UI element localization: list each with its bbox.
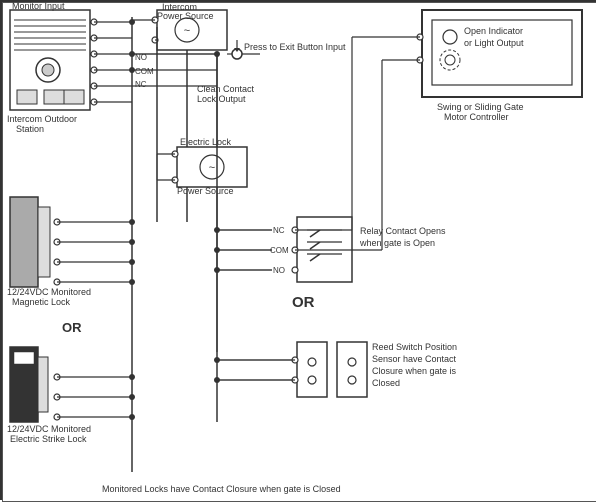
svg-text:Power Source: Power Source — [177, 186, 234, 196]
svg-text:Closed: Closed — [372, 378, 400, 388]
wiring-diagram: Monitor Input Intercom Outdoor Station ~… — [0, 0, 596, 500]
svg-text:Monitored Locks have Contact C: Monitored Locks have Contact Closure whe… — [102, 484, 341, 494]
svg-text:Monitor Input: Monitor Input — [12, 2, 65, 11]
svg-text:Station: Station — [16, 124, 44, 134]
svg-text:Open Indicator: Open Indicator — [464, 26, 523, 36]
svg-text:Lock Output: Lock Output — [197, 94, 246, 104]
svg-text:Sensor have Contact: Sensor have Contact — [372, 354, 457, 364]
svg-text:Press to Exit Button Input: Press to Exit Button Input — [244, 42, 346, 52]
svg-text:~: ~ — [184, 25, 190, 37]
svg-text:Motor Controller: Motor Controller — [444, 112, 509, 122]
svg-text:~: ~ — [209, 162, 215, 174]
svg-text:Intercom Outdoor: Intercom Outdoor — [7, 114, 77, 124]
svg-text:12/24VDC Monitored: 12/24VDC Monitored — [7, 424, 91, 434]
svg-text:or Light Output: or Light Output — [464, 38, 524, 48]
svg-text:when gate is Open: when gate is Open — [359, 238, 435, 248]
svg-text:NO: NO — [273, 266, 285, 275]
svg-text:Power Source: Power Source — [157, 11, 214, 21]
svg-text:NC: NC — [273, 226, 285, 235]
svg-text:Closure when gate is: Closure when gate is — [372, 366, 457, 376]
svg-text:COM: COM — [135, 67, 154, 76]
svg-text:NC: NC — [135, 80, 147, 89]
svg-text:12/24VDC Monitored: 12/24VDC Monitored — [7, 287, 91, 297]
svg-text:Electric Strike Lock: Electric Strike Lock — [10, 434, 87, 444]
svg-text:OR: OR — [292, 294, 315, 311]
svg-text:Reed Switch Position: Reed Switch Position — [372, 342, 457, 352]
svg-text:Electric Lock: Electric Lock — [180, 137, 232, 147]
svg-text:OR: OR — [62, 320, 82, 335]
svg-text:Swing or Sliding Gate: Swing or Sliding Gate — [437, 102, 524, 112]
svg-text:Relay Contact Opens: Relay Contact Opens — [360, 226, 446, 236]
svg-text:COM: COM — [270, 246, 289, 255]
svg-text:Magnetic Lock: Magnetic Lock — [12, 297, 71, 307]
